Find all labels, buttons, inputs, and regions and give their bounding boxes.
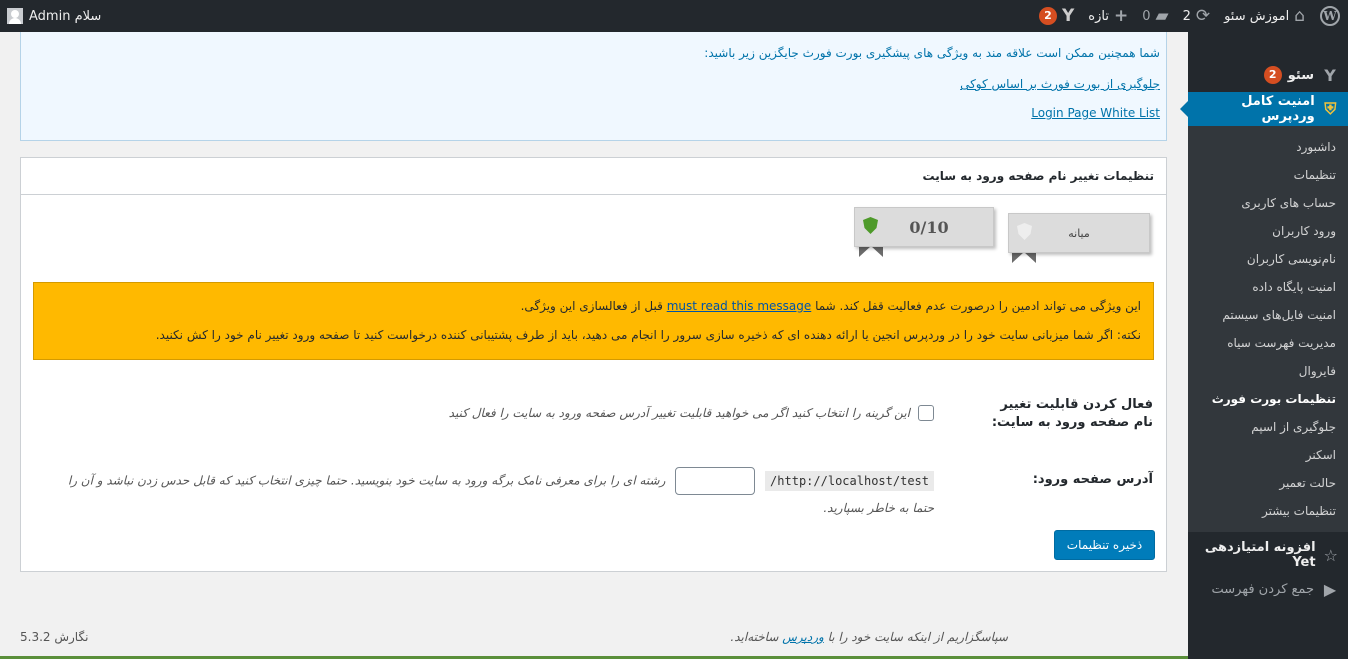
home-icon: ⌂: [1294, 5, 1305, 26]
login-slug-input[interactable]: [675, 467, 756, 495]
star-icon: ☆: [1323, 545, 1338, 565]
submenu-item[interactable]: تنظیمات: [1188, 161, 1348, 189]
submenu-item[interactable]: امنیت فایل‌های سیستم: [1188, 301, 1348, 329]
menu-security[interactable]: ⛨ امنیت کامل وردپرس: [1180, 92, 1348, 126]
footer-thanks-b: ساخته‌اید.: [730, 630, 779, 644]
enable-rename-checkbox[interactable]: [918, 405, 934, 421]
comments-count: 0: [1142, 8, 1151, 24]
enable-rename-label: فعال کردن قابلیت تغییر نام صفحه ورود به …: [991, 397, 1153, 430]
warning-text-b: قبل از فعالسازی این ویژگی.: [520, 299, 663, 313]
login-address-row: http://localhost/test/ رشته ای را برای م…: [44, 467, 934, 521]
new-content-menu[interactable]: + تازه: [1081, 0, 1135, 32]
submenu-item[interactable]: داشبورد: [1188, 133, 1348, 161]
menu-security-label: امنیت کامل وردپرس: [1241, 94, 1315, 124]
login-address-label: آدرس صفحه ورود:: [1032, 472, 1153, 487]
enable-rename-desc: این گرینه را انتخاب کنید اگر می خواهید ق…: [448, 406, 910, 420]
yoast-badge: 2: [1038, 7, 1057, 25]
footer-thanks-a: سپاسگزاریم از اینکه سایت خود را با: [827, 630, 1008, 644]
submenu-item[interactable]: حساب های کاربری: [1188, 189, 1348, 217]
submenu-item-current[interactable]: تنظیمات بورت فورث: [1188, 385, 1348, 413]
enable-rename-row: این گرینه را انتخاب کنید اگر می خواهید ق…: [449, 405, 934, 421]
warning-text-a: این ویژگی می تواند ادمین را درصورت عدم ف…: [815, 299, 1141, 313]
url-prefix: http://localhost/test/: [765, 470, 934, 491]
yoast-icon: Y: [1061, 5, 1075, 26]
info-box: شما همچنین ممکن است علاقه مند به ویژگی ه…: [20, 32, 1167, 141]
collapse-icon: ▶: [1323, 579, 1337, 599]
panel-title: تنظیمات تغییر نام صفحه ورود به سایت: [21, 158, 1166, 195]
must-read-link[interactable]: must read this message: [667, 299, 812, 313]
yoast-menu[interactable]: Y 2: [1032, 0, 1081, 32]
my-account-menu[interactable]: سلام Admin: [0, 0, 108, 32]
submenu-item[interactable]: اسکنر: [1188, 441, 1348, 469]
security-submenu: داشبورد تنظیمات حساب های کاربری ورود کار…: [1188, 126, 1348, 532]
submenu-item[interactable]: فایروال: [1188, 357, 1348, 385]
site-name: اموزش سئو: [1224, 8, 1290, 24]
collapse-menu[interactable]: ▶ جمع کردن فهرست: [1188, 572, 1348, 606]
wp-logo-menu[interactable]: W: [1312, 0, 1348, 32]
wordpress-icon: W: [1320, 6, 1340, 26]
whitelist-link[interactable]: Login Page White List: [31, 106, 1160, 120]
plus-icon: +: [1113, 5, 1129, 26]
comment-icon: ▰: [1155, 5, 1169, 26]
site-name-menu[interactable]: ⌂ اموزش سئو: [1217, 0, 1312, 32]
admin-sidebar: Y سئو 2 ⛨ امنیت کامل وردپرس داشبورد تنظی…: [1180, 32, 1348, 659]
info-text: شما همچنین ممکن است علاقه مند به ویژگی ه…: [704, 46, 1160, 60]
warning-line-2: نکته: اگر شما میزبانی سایت خود را در ورد…: [155, 328, 1141, 342]
menu-yet-label: افزونه امتیازدهی Yet: [1204, 540, 1316, 570]
footer-thanks: سپاسگزاریم از اینکه سایت خود را با وردپر…: [730, 630, 1008, 644]
submenu-item[interactable]: امنیت پایگاه داده: [1188, 273, 1348, 301]
level-label: میانه: [1068, 226, 1090, 240]
yoast-icon: Y: [1324, 65, 1336, 85]
updates-count: 2: [1182, 8, 1191, 24]
collapse-label: جمع کردن فهرست: [1211, 581, 1314, 597]
menu-seo[interactable]: Y سئو 2: [1188, 58, 1348, 92]
greeting: سلام Admin: [29, 8, 102, 24]
submenu-item[interactable]: نام‌نویسی کاربران: [1188, 245, 1348, 273]
save-settings-button[interactable]: ذخیره تنظیمات: [1054, 530, 1155, 560]
menu-yet[interactable]: ☆ افزونه امتیازدهی Yet: [1188, 538, 1348, 572]
shield-icon: ⛨: [1324, 99, 1337, 118]
cookie-bruteforce-link[interactable]: جلوگیری از بورت فورث بر اساس کوکی: [31, 77, 1160, 91]
admin-bar: W ⌂ اموزش سئو ⟳ 2 ▰ 0 + تازه Y 2 سلام Ad…: [0, 0, 1348, 32]
settings-panel: تنظیمات تغییر نام صفحه ورود به سایت میان…: [20, 157, 1167, 572]
avatar: [7, 8, 23, 24]
submenu-item[interactable]: مدیریت فهرست سیاه: [1188, 329, 1348, 357]
submenu-item[interactable]: حالت تعمیر: [1188, 469, 1348, 497]
wordpress-link[interactable]: وردپرس: [782, 630, 824, 644]
submenu-item[interactable]: ورود کاربران: [1188, 217, 1348, 245]
menu-seo-label: سئو: [1287, 67, 1314, 83]
updates-menu[interactable]: ⟳ 2: [1176, 0, 1218, 32]
new-label: تازه: [1088, 8, 1109, 24]
warning-box: این ویژگی می تواند ادمین را درصورت عدم ف…: [33, 282, 1154, 360]
warning-line-1: این ویژگی می تواند ادمین را درصورت عدم ف…: [46, 298, 1141, 314]
footer-version: نگارش 5.3.2: [20, 630, 89, 644]
submenu-item[interactable]: جلوگیری از اسپم: [1188, 413, 1348, 441]
seo-badge: 2: [1263, 66, 1282, 84]
refresh-icon: ⟳: [1195, 5, 1211, 26]
comments-menu[interactable]: ▰ 0: [1135, 0, 1175, 32]
main-content: شما همچنین ممکن است علاقه مند به ویژگی ه…: [0, 32, 1188, 659]
submenu-item[interactable]: تنظیمات بیشتر: [1188, 497, 1348, 525]
score-value: 0/10: [909, 217, 949, 237]
